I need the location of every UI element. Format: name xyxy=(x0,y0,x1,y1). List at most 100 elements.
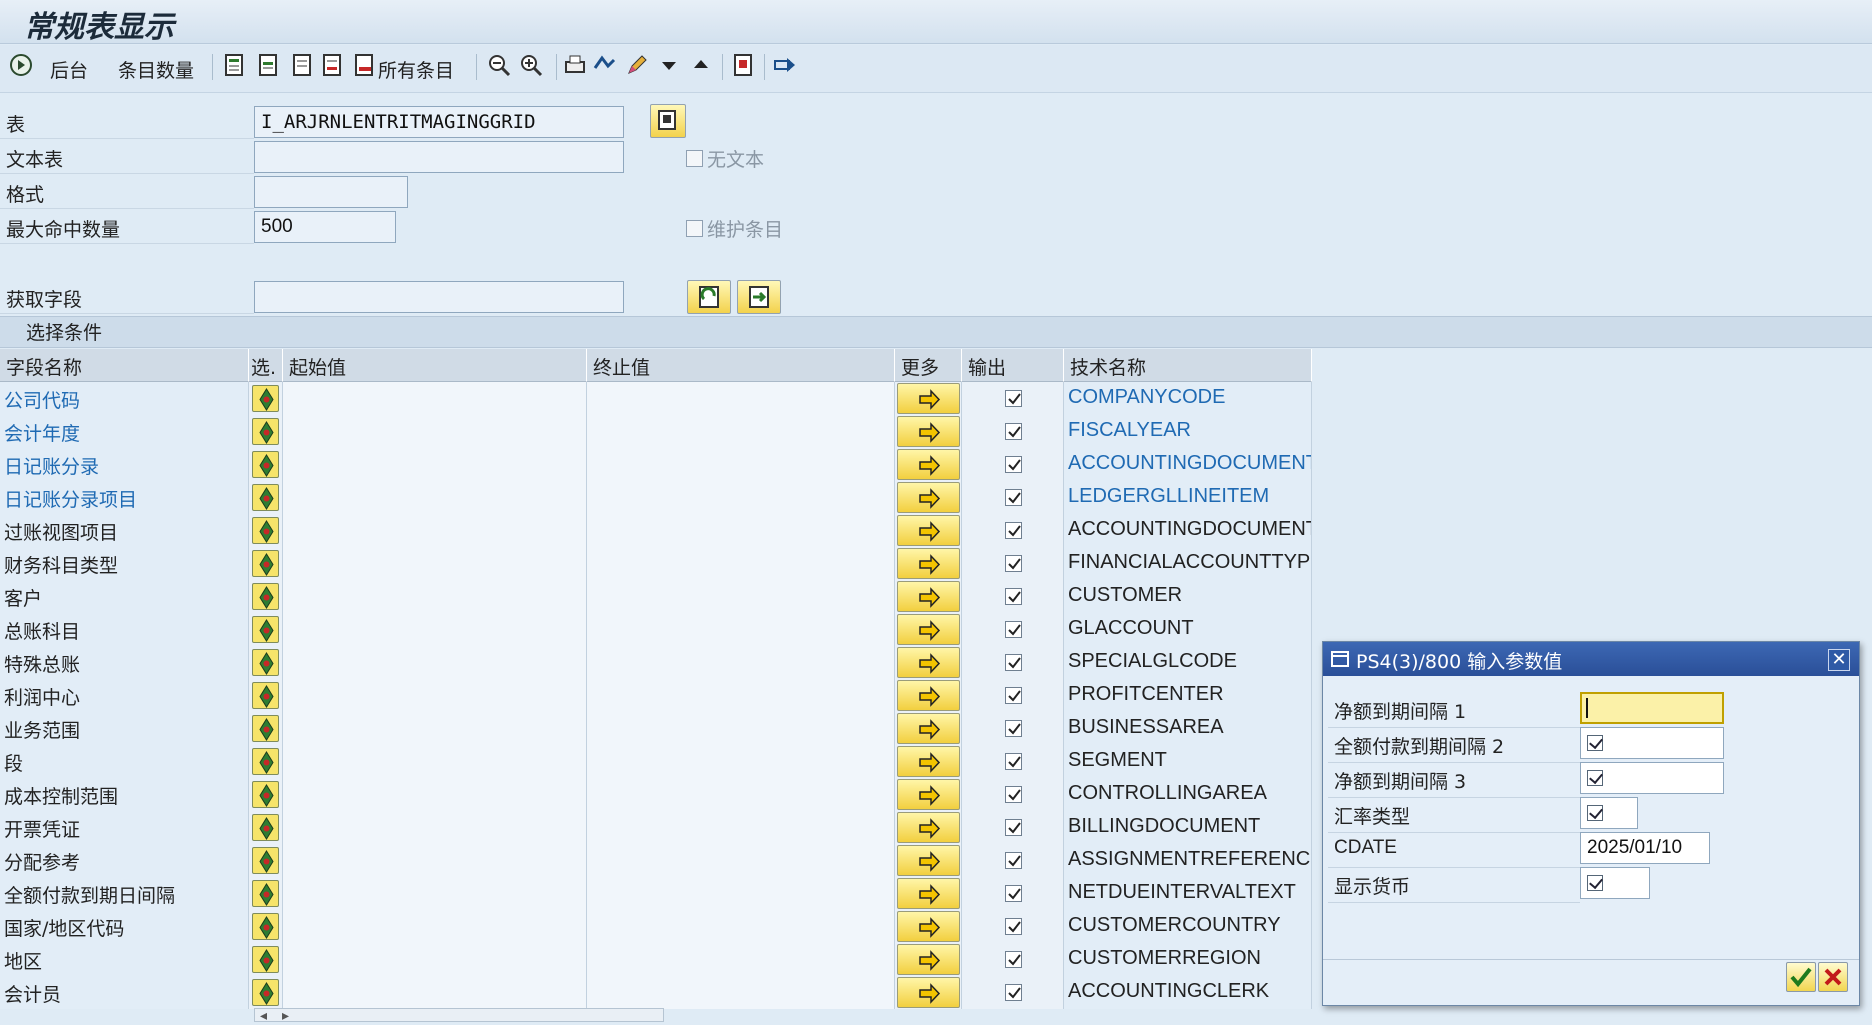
output-checkbox[interactable] xyxy=(1005,852,1022,869)
selection-options-icon[interactable] xyxy=(252,748,279,775)
from-value-input[interactable] xyxy=(283,910,587,943)
to-value-input[interactable] xyxy=(587,481,895,514)
table-input[interactable]: I_ARJRNLENTRITMAGINGGRID xyxy=(254,106,624,138)
selection-options-icon[interactable] xyxy=(252,385,279,412)
background-button[interactable]: 后台 xyxy=(50,53,88,85)
layout-icon[interactable] xyxy=(730,52,756,78)
refresh-fields-button[interactable] xyxy=(687,280,731,314)
edit-pencil-icon[interactable] xyxy=(624,52,650,78)
multiple-selection-button[interactable] xyxy=(897,482,960,513)
to-value-input[interactable] xyxy=(587,613,895,646)
checkbox-checked[interactable] xyxy=(1587,735,1603,751)
checkbox-checked[interactable] xyxy=(1587,805,1603,821)
selection-options-icon[interactable] xyxy=(252,517,279,544)
to-value-input[interactable] xyxy=(587,580,895,613)
from-value-input[interactable] xyxy=(283,646,587,679)
from-value-input[interactable] xyxy=(283,580,587,613)
table-search-button[interactable] xyxy=(650,104,686,138)
multiple-selection-button[interactable] xyxy=(897,449,960,480)
output-checkbox[interactable] xyxy=(1005,918,1022,935)
from-value-input[interactable] xyxy=(283,481,587,514)
from-value-input[interactable] xyxy=(283,712,587,745)
selection-options-icon[interactable] xyxy=(252,880,279,907)
field-name-cell[interactable]: 会计年度 xyxy=(0,415,249,448)
no-text-checkbox[interactable]: 无文本 xyxy=(686,145,764,172)
selection-options-icon[interactable] xyxy=(252,979,279,1006)
selection-options-icon[interactable] xyxy=(252,847,279,874)
selection-options-icon[interactable] xyxy=(252,682,279,709)
close-icon[interactable]: ✕ xyxy=(1828,649,1850,671)
field-name-cell[interactable]: 日记账分录 xyxy=(0,448,249,481)
output-checkbox[interactable] xyxy=(1005,654,1022,671)
to-value-input[interactable] xyxy=(587,547,895,580)
output-checkbox[interactable] xyxy=(1005,621,1022,638)
maintain-entries-checkbox[interactable]: 维护条目 xyxy=(686,215,783,242)
to-value-input[interactable] xyxy=(587,679,895,712)
output-checkbox[interactable] xyxy=(1005,588,1022,605)
checkbox-box[interactable] xyxy=(686,220,703,237)
last-page-icon[interactable] xyxy=(320,52,346,78)
dropdown-down-icon[interactable] xyxy=(656,52,682,78)
selection-options-icon[interactable] xyxy=(252,946,279,973)
multiple-selection-button[interactable] xyxy=(897,944,960,975)
from-value-input[interactable] xyxy=(283,877,587,910)
output-checkbox[interactable] xyxy=(1005,885,1022,902)
output-checkbox[interactable] xyxy=(1005,555,1022,572)
multiple-selection-button[interactable] xyxy=(897,416,960,447)
from-value-input[interactable] xyxy=(283,745,587,778)
from-value-input[interactable] xyxy=(283,448,587,481)
selection-options-icon[interactable] xyxy=(252,484,279,511)
from-value-input[interactable] xyxy=(283,382,587,415)
output-checkbox[interactable] xyxy=(1005,687,1022,704)
selection-options-icon[interactable] xyxy=(252,913,279,940)
next-page-icon[interactable] xyxy=(290,52,316,78)
execute-icon[interactable] xyxy=(8,52,34,78)
from-value-input[interactable] xyxy=(283,415,587,448)
multiple-selection-button[interactable] xyxy=(897,779,960,810)
to-value-input[interactable] xyxy=(587,943,895,976)
entry-count-button[interactable]: 条目数量 xyxy=(118,53,194,85)
output-checkbox[interactable] xyxy=(1005,951,1022,968)
from-value-input[interactable] xyxy=(283,811,587,844)
horizontal-scrollbar[interactable] xyxy=(254,1008,664,1022)
format-input[interactable] xyxy=(254,176,408,208)
multiple-selection-button[interactable] xyxy=(897,581,960,612)
field-name-cell[interactable]: 日记账分录项目 xyxy=(0,481,249,514)
from-value-input[interactable] xyxy=(283,976,587,1009)
zoom-in-icon[interactable] xyxy=(518,52,544,78)
max-hits-input[interactable]: 500 xyxy=(254,211,396,243)
multiple-selection-button[interactable] xyxy=(897,383,960,414)
field-name-cell[interactable]: 公司代码 xyxy=(0,382,249,415)
output-checkbox[interactable] xyxy=(1005,753,1022,770)
transfer-fields-button[interactable] xyxy=(737,280,781,314)
to-value-input[interactable] xyxy=(587,712,895,745)
multiple-selection-button[interactable] xyxy=(897,746,960,777)
to-value-input[interactable] xyxy=(587,646,895,679)
from-value-input[interactable] xyxy=(283,679,587,712)
from-value-input[interactable] xyxy=(283,778,587,811)
net-due-interval-3-field[interactable] xyxy=(1580,762,1724,794)
fetch-fields-input[interactable] xyxy=(254,281,624,313)
output-checkbox[interactable] xyxy=(1005,522,1022,539)
from-value-input[interactable] xyxy=(283,613,587,646)
output-checkbox[interactable] xyxy=(1005,390,1022,407)
output-checkbox[interactable] xyxy=(1005,456,1022,473)
text-table-input[interactable] xyxy=(254,141,624,173)
selection-options-icon[interactable] xyxy=(252,814,279,841)
to-value-input[interactable] xyxy=(587,844,895,877)
multiple-selection-button[interactable] xyxy=(897,647,960,678)
multiple-selection-button[interactable] xyxy=(897,878,960,909)
selection-options-icon[interactable] xyxy=(252,418,279,445)
full-payment-interval-2-field[interactable] xyxy=(1580,727,1724,759)
selection-options-icon[interactable] xyxy=(252,649,279,676)
output-checkbox[interactable] xyxy=(1005,984,1022,1001)
navigate-icon[interactable] xyxy=(772,52,798,78)
selection-options-icon[interactable] xyxy=(252,616,279,643)
multiple-selection-button[interactable] xyxy=(897,845,960,876)
multiple-selection-button[interactable] xyxy=(897,515,960,546)
selection-options-icon[interactable] xyxy=(252,451,279,478)
display-currency-field[interactable] xyxy=(1580,867,1650,899)
checkbox-box[interactable] xyxy=(686,150,703,167)
output-checkbox[interactable] xyxy=(1005,423,1022,440)
from-value-input[interactable] xyxy=(283,943,587,976)
